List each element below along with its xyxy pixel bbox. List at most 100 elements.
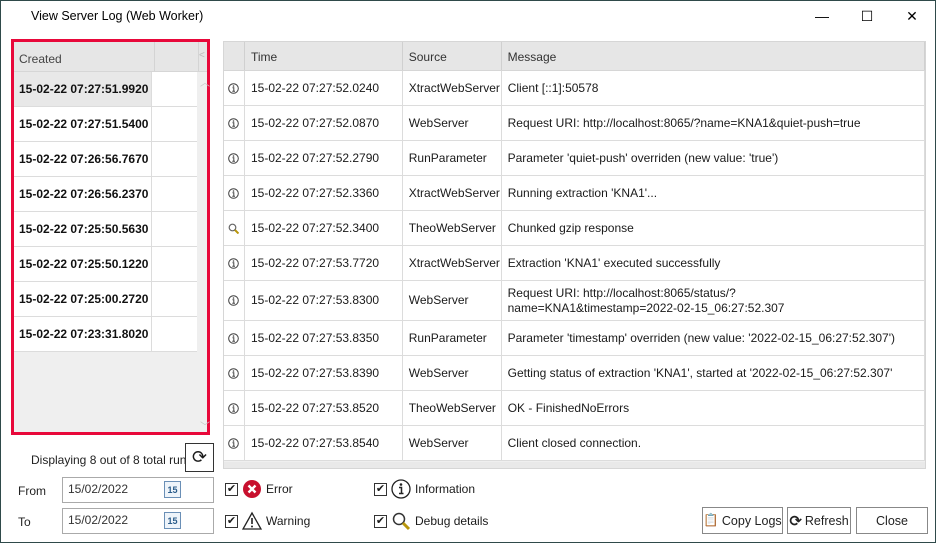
run-created: 15-02-22 07:25:50.5630 (14, 212, 152, 246)
info-icon (224, 246, 245, 280)
scroll-down-icon[interactable]: ﹀ (200, 418, 210, 433)
checkbox-checked-icon: ✔ (225, 514, 238, 528)
window-title: View Server Log (Web Worker) (31, 9, 204, 23)
refresh-runs-button[interactable]: ⟳ (185, 443, 214, 472)
debug-filter-label: Debug details (415, 514, 489, 528)
log-time: 15-02-22 07:27:53.8300 (245, 281, 403, 320)
log-row[interactable]: 15-02-22 07:27:53.8390 WebServer Getting s… (224, 356, 925, 391)
log-header: Time Source Message (224, 42, 925, 71)
run-row[interactable]: 15-02-22 07:25:00.2720 (14, 282, 197, 317)
information-filter-checkbox[interactable]: ✔ Information (374, 479, 475, 499)
run-extra-cell (152, 177, 197, 211)
server-log-window: View Server Log (Web Worker) — ☐ ✕ Creat… (0, 0, 936, 543)
refresh-button[interactable]: ⟳ Refresh (787, 507, 851, 534)
information-filter-label: Information (415, 482, 476, 496)
log-time: 15-02-22 07:27:52.2790 (245, 141, 403, 175)
log-time: 15-02-22 07:27:53.8540 (245, 426, 403, 460)
run-row[interactable]: 15-02-22 07:27:51.5400 (14, 107, 197, 142)
run-row[interactable]: 15-02-22 07:25:50.5630 (14, 212, 197, 247)
run-row[interactable]: 15-02-22 07:23:31.8020 (14, 317, 197, 352)
information-icon (391, 479, 411, 499)
close-icon: ✕ (906, 7, 918, 24)
log-time: 15-02-22 07:27:53.7720 (245, 246, 403, 280)
close-window-button[interactable]: ✕ (889, 1, 935, 31)
log-row[interactable]: 15-02-22 07:27:52.3360 XtractWebServer Run… (224, 176, 925, 211)
refresh-label: Refresh (804, 513, 849, 528)
log-source: RunParameter (403, 141, 502, 175)
created-column-header[interactable]: Created (14, 42, 155, 71)
run-created: 15-02-22 07:25:00.2720 (14, 282, 152, 316)
error-icon (242, 479, 262, 499)
run-row[interactable]: 15-02-22 07:26:56.2370 (14, 177, 197, 212)
run-created: 15-02-22 07:27:51.5400 (14, 107, 152, 141)
log-rows: 15-02-22 07:27:52.0240 XtractWebServer Cli… (224, 71, 925, 461)
log-message: Client closed connection. (502, 426, 925, 460)
minimize-icon: — (815, 8, 829, 24)
log-time: 15-02-22 07:27:52.0870 (245, 106, 403, 140)
source-column-header[interactable]: Source (403, 42, 502, 70)
log-message: Getting status of extraction 'KNA1', sta… (502, 356, 925, 390)
log-time: 15-02-22 07:27:52.0240 (245, 71, 403, 105)
log-message: Running extraction 'KNA1'... (502, 176, 925, 210)
run-extra-cell (152, 212, 197, 246)
runs-panel: Created < 15-02-22 07:27:51.9920 15-02-22… (11, 39, 210, 435)
log-row[interactable]: 15-02-22 07:27:53.8520 TheoWebServer OK - … (224, 391, 925, 426)
log-row[interactable]: 15-02-22 07:27:53.7720 XtractWebServer Ext… (224, 246, 925, 281)
message-column-header[interactable]: Message (502, 42, 925, 70)
checkbox-checked-icon: ✔ (374, 514, 387, 528)
error-filter-checkbox[interactable]: ✔ Error (225, 479, 293, 499)
info-icon (224, 426, 245, 460)
log-row[interactable]: 15-02-22 07:27:52.3400 TheoWebServer Chunk… (224, 211, 925, 246)
log-message: Request URI: http://localhost:8065/?name… (502, 106, 925, 140)
debug-filter-checkbox[interactable]: ✔ Debug details (374, 511, 488, 531)
info-icon (224, 391, 245, 425)
run-created: 15-02-22 07:26:56.7670 (14, 142, 152, 176)
from-date-field[interactable]: 15/02/2022 15 (62, 477, 214, 503)
log-row[interactable]: 15-02-22 07:27:52.2790 RunParameter Parame… (224, 141, 925, 176)
to-date-value: 15/02/2022 (68, 513, 129, 527)
run-extra-cell (152, 72, 197, 106)
log-source: TheoWebServer (403, 391, 502, 425)
maximize-button[interactable]: ☐ (844, 1, 890, 31)
log-row[interactable]: 15-02-22 07:27:52.0870 WebServer Request U… (224, 106, 925, 141)
log-source: WebServer (403, 106, 502, 140)
log-message: OK - FinishedNoErrors (502, 391, 925, 425)
info-icon (224, 141, 245, 175)
log-time: 15-02-22 07:27:53.8520 (245, 391, 403, 425)
calendar-icon[interactable]: 15 (164, 512, 181, 529)
log-time: 15-02-22 07:27:53.8350 (245, 321, 403, 355)
log-source: TheoWebServer (403, 211, 502, 245)
copy-logs-button[interactable]: 📋 Copy Logs (702, 507, 783, 534)
log-message: Chunked gzip response (502, 211, 925, 245)
run-created: 15-02-22 07:26:56.2370 (14, 177, 152, 211)
run-row[interactable]: 15-02-22 07:25:50.1220 (14, 247, 197, 282)
run-extra-cell (152, 317, 197, 351)
log-row[interactable]: 15-02-22 07:27:53.8540 WebServer Client cl… (224, 426, 925, 461)
time-column-header[interactable]: Time (245, 42, 403, 70)
run-created: 15-02-22 07:25:50.1220 (14, 247, 152, 281)
calendar-icon[interactable]: 15 (164, 481, 181, 498)
copy-logs-label: Copy Logs (721, 513, 782, 528)
warning-filter-checkbox[interactable]: ✔ Warning (225, 511, 310, 531)
warning-filter-label: Warning (266, 514, 311, 528)
icon-column-header[interactable] (224, 42, 245, 70)
log-source: RunParameter (403, 321, 502, 355)
to-date-field[interactable]: 15/02/2022 15 (62, 508, 214, 534)
run-created: 15-02-22 07:23:31.8020 (14, 317, 152, 351)
refresh-icon: ⟳ (789, 512, 802, 530)
runs-count-status: Displaying 8 out of 8 total runs (31, 453, 193, 467)
horizontal-scrollbar[interactable] (224, 462, 925, 468)
log-row[interactable]: 15-02-22 07:27:53.8350 RunParameter Parame… (224, 321, 925, 356)
log-source: WebServer (403, 426, 502, 460)
log-message: Parameter 'quiet-push' overriden (new va… (502, 141, 925, 175)
collapse-icon[interactable]: < (199, 42, 207, 71)
runs-header: Created < (14, 42, 207, 72)
info-icon (224, 281, 245, 320)
run-row[interactable]: 15-02-22 07:27:51.9920 (14, 72, 197, 107)
close-button[interactable]: Close (856, 507, 928, 534)
log-row[interactable]: 15-02-22 07:27:53.8300 WebServer Request U… (224, 281, 925, 321)
run-row[interactable]: 15-02-22 07:26:56.7670 (14, 142, 197, 177)
scroll-up-icon[interactable]: ︿ (200, 74, 210, 89)
minimize-button[interactable]: — (799, 1, 845, 31)
log-row[interactable]: 15-02-22 07:27:52.0240 XtractWebServer Cli… (224, 71, 925, 106)
